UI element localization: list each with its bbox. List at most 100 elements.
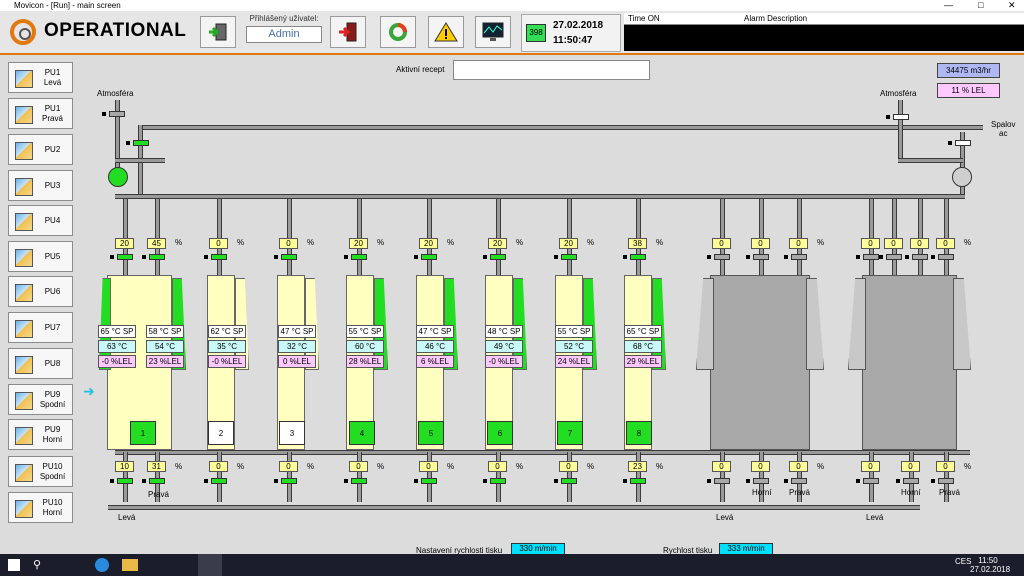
unit-number-6[interactable]: 6: [487, 421, 513, 445]
bottom-value-8: 0: [559, 461, 578, 472]
bottom-valve-13[interactable]: [863, 478, 879, 484]
prava-label: Pravá: [939, 488, 960, 497]
bottom-valve-12[interactable]: [791, 478, 807, 484]
bottom-valve-8[interactable]: [561, 478, 577, 484]
nav-button-13[interactable]: PU10 Horní: [8, 492, 73, 523]
top-valve-2[interactable]: [149, 254, 165, 260]
top-valve-6[interactable]: [421, 254, 437, 260]
top-pct-label: %: [656, 238, 664, 247]
bottom-valve-15[interactable]: [938, 478, 954, 484]
bottom-valve-5[interactable]: [351, 478, 367, 484]
pipe: [115, 158, 165, 163]
nav-button-12[interactable]: PU10 Spodní: [8, 456, 73, 487]
unit-number-4[interactable]: 4: [349, 421, 375, 445]
logout-button[interactable]: [330, 16, 366, 48]
unit-lel: 28 %LEL: [346, 355, 384, 368]
bypass-valve-left[interactable]: [133, 140, 149, 146]
unit-number-5[interactable]: 5: [418, 421, 444, 445]
bottom-valve-6[interactable]: [421, 478, 437, 484]
fan-left-icon[interactable]: [108, 167, 128, 187]
top-valve-15[interactable]: [912, 254, 928, 260]
valve-actuator: [274, 255, 278, 259]
top-valve-14[interactable]: [886, 254, 902, 260]
nav-button-5[interactable]: PU4: [8, 205, 73, 236]
top-valve-5[interactable]: [351, 254, 367, 260]
recipe-field[interactable]: [453, 60, 650, 80]
nav-button-6[interactable]: PU5: [8, 241, 73, 272]
unit-number-8[interactable]: 8: [626, 421, 652, 445]
refresh-button[interactable]: [380, 16, 416, 48]
nav-button-11[interactable]: PU9 Horní: [8, 419, 73, 450]
valve-actuator: [856, 479, 860, 483]
top-valve-16[interactable]: [938, 254, 954, 260]
monitor-icon: [482, 22, 504, 41]
unit-temperature: 46 °C: [416, 340, 454, 353]
bottom-valve-4[interactable]: [281, 478, 297, 484]
nav-button-3[interactable]: PU2: [8, 134, 73, 165]
bottom-pct-label: %: [175, 462, 183, 471]
nav-button-9[interactable]: PU8: [8, 348, 73, 379]
prava-label: Pravá: [148, 490, 169, 499]
maximize-icon[interactable]: □: [978, 0, 983, 11]
bottom-valve-11[interactable]: [753, 478, 769, 484]
branch-pipe: [357, 199, 362, 239]
unit-number-3[interactable]: 3: [279, 421, 305, 445]
nav-button-7[interactable]: PU6: [8, 276, 73, 307]
bottom-valve-2[interactable]: [149, 478, 165, 484]
nav-button-label: PU9 Horní: [42, 424, 63, 444]
branch-pipe: [123, 452, 128, 502]
top-valve-12[interactable]: [791, 254, 807, 260]
top-valve-1[interactable]: [117, 254, 133, 260]
unit-number-7[interactable]: 7: [557, 421, 583, 445]
top-valve-11[interactable]: [753, 254, 769, 260]
file-explorer-icon[interactable]: [122, 559, 138, 571]
branch-pipe: [720, 452, 725, 502]
alarm-button[interactable]: [428, 16, 464, 48]
top-valve-4[interactable]: [281, 254, 297, 260]
search-icon[interactable]: ⚲: [33, 558, 41, 571]
bottom-valve-10[interactable]: [714, 478, 730, 484]
bottom-valve-9[interactable]: [630, 478, 646, 484]
atm-valve-right[interactable]: [893, 114, 909, 120]
bottom-valve-3[interactable]: [211, 478, 227, 484]
bottom-valve-7[interactable]: [490, 478, 506, 484]
user-name-field[interactable]: Admin: [246, 26, 322, 43]
nav-button-8[interactable]: PU7: [8, 312, 73, 343]
fan-right-icon[interactable]: [952, 167, 972, 187]
atm-valve-left[interactable]: [109, 111, 125, 117]
nav-button-label: PU5: [44, 251, 61, 261]
edge-browser-icon[interactable]: [95, 558, 109, 572]
branch-pipe: [797, 199, 802, 239]
close-icon[interactable]: ✕: [1008, 0, 1016, 11]
top-valve-7[interactable]: [490, 254, 506, 260]
unit-number-2[interactable]: 2: [208, 421, 234, 445]
user-label: Přihlášený uživatel:: [249, 14, 319, 23]
nav-button-1[interactable]: PU1 Levá: [8, 62, 73, 93]
bottom-pct-label: %: [516, 462, 524, 471]
movicon-taskbar-icon[interactable]: [198, 554, 222, 576]
top-value-16: 0: [936, 238, 955, 249]
bottom-valve-1[interactable]: [117, 478, 133, 484]
nav-button-2[interactable]: PU1 Pravá: [8, 98, 73, 129]
top-valve-8[interactable]: [561, 254, 577, 260]
trend-button[interactable]: [475, 16, 511, 48]
minimize-icon[interactable]: —: [944, 0, 953, 11]
nav-button-4[interactable]: PU3: [8, 170, 73, 201]
windows-start-icon[interactable]: [8, 559, 20, 571]
unit-number-1[interactable]: 1: [130, 421, 156, 445]
bottom-valve-14[interactable]: [903, 478, 919, 484]
unit-temperature: 35 °C: [208, 340, 246, 353]
alarm-window[interactable]: Time ON Alarm Description: [624, 13, 1024, 51]
top-value-2: 45: [147, 238, 166, 249]
top-valve-9[interactable]: [630, 254, 646, 260]
pu-icon: [15, 320, 33, 338]
unit-lel: 0 %LEL: [278, 355, 316, 368]
screen-switch-button[interactable]: [200, 16, 236, 48]
unit-temperature: 52 °C: [555, 340, 593, 353]
top-valve-3[interactable]: [211, 254, 227, 260]
top-valve-10[interactable]: [714, 254, 730, 260]
top-valve-13[interactable]: [863, 254, 879, 260]
grey-dryer-2: [862, 275, 957, 450]
spalovac-valve[interactable]: [955, 140, 971, 146]
nav-button-10[interactable]: PU9 Spodní: [8, 384, 73, 415]
